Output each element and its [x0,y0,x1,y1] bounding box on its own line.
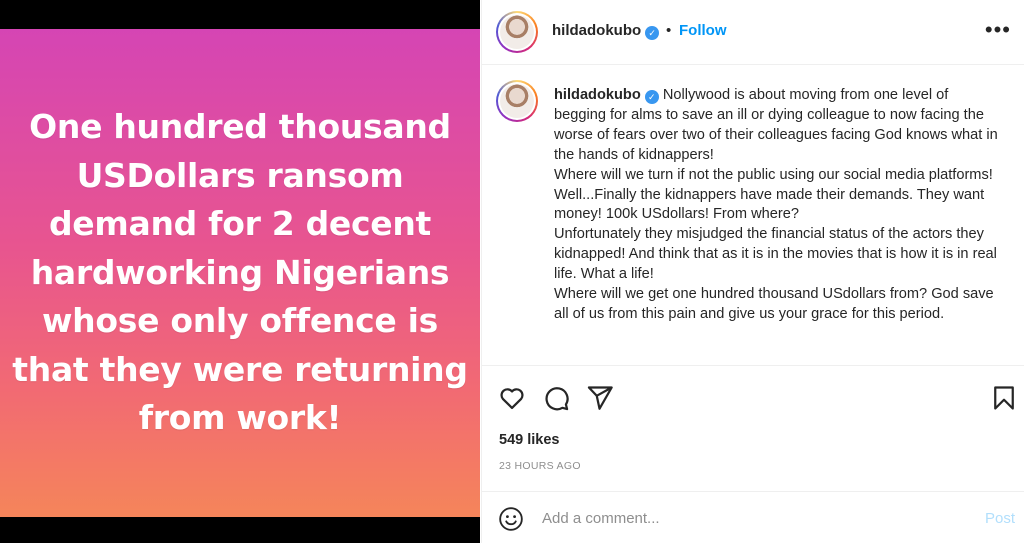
likes-count[interactable]: 549 likes [499,432,559,448]
post-side-panel: hildadokubo ✓ • Follow ••• hildadokubo ✓ N… [481,0,1024,543]
emoji-icon[interactable] [498,506,524,532]
author-avatar[interactable] [496,11,538,53]
post-media-pane: One hundred thousand USDollars ransom de… [0,0,480,543]
caption-line: Where will we turn if not the public usi… [554,166,993,183]
comment-input[interactable] [542,506,962,530]
caption-line: Well...Finally the kidnappers have made … [554,186,985,223]
share-icon[interactable] [586,384,614,412]
post-comment-button[interactable]: Post [985,510,1015,527]
comment-bar: Post [482,491,1024,543]
caption-line: Where will we get one hundred thousand U… [554,286,994,322]
caption-author-avatar[interactable] [496,80,538,122]
heart-icon[interactable] [498,384,526,412]
post-timestamp[interactable]: 23 HOURS AGO [499,460,581,472]
author-username[interactable]: hildadokubo ✓ [552,22,660,40]
bookmark-icon[interactable] [990,384,1018,412]
post-header: hildadokubo ✓ • Follow ••• [482,0,1024,65]
caption-verified-badge-icon: ✓ [644,90,659,104]
post-image-text: One hundred thousand USDollars ransom de… [12,107,468,438]
caption-line: Unfortunately they misjudged the financi… [554,226,997,283]
caption-area: hildadokubo ✓ Nollywood is about moving f… [482,66,1024,366]
verified-badge-icon: ✓ [645,26,660,40]
post-image[interactable]: One hundred thousand USDollars ransom de… [0,29,480,517]
follow-button[interactable]: Follow [679,22,727,39]
author-username-text[interactable]: hildadokubo [552,22,641,39]
header-separator: • [666,22,672,39]
more-options-icon[interactable]: ••• [985,19,1011,41]
caption-text: hildadokubo ✓ Nollywood is about moving f… [554,86,1004,325]
post-action-bar [482,380,1024,416]
comment-icon[interactable] [542,384,570,412]
caption-username[interactable]: hildadokubo [554,87,641,103]
